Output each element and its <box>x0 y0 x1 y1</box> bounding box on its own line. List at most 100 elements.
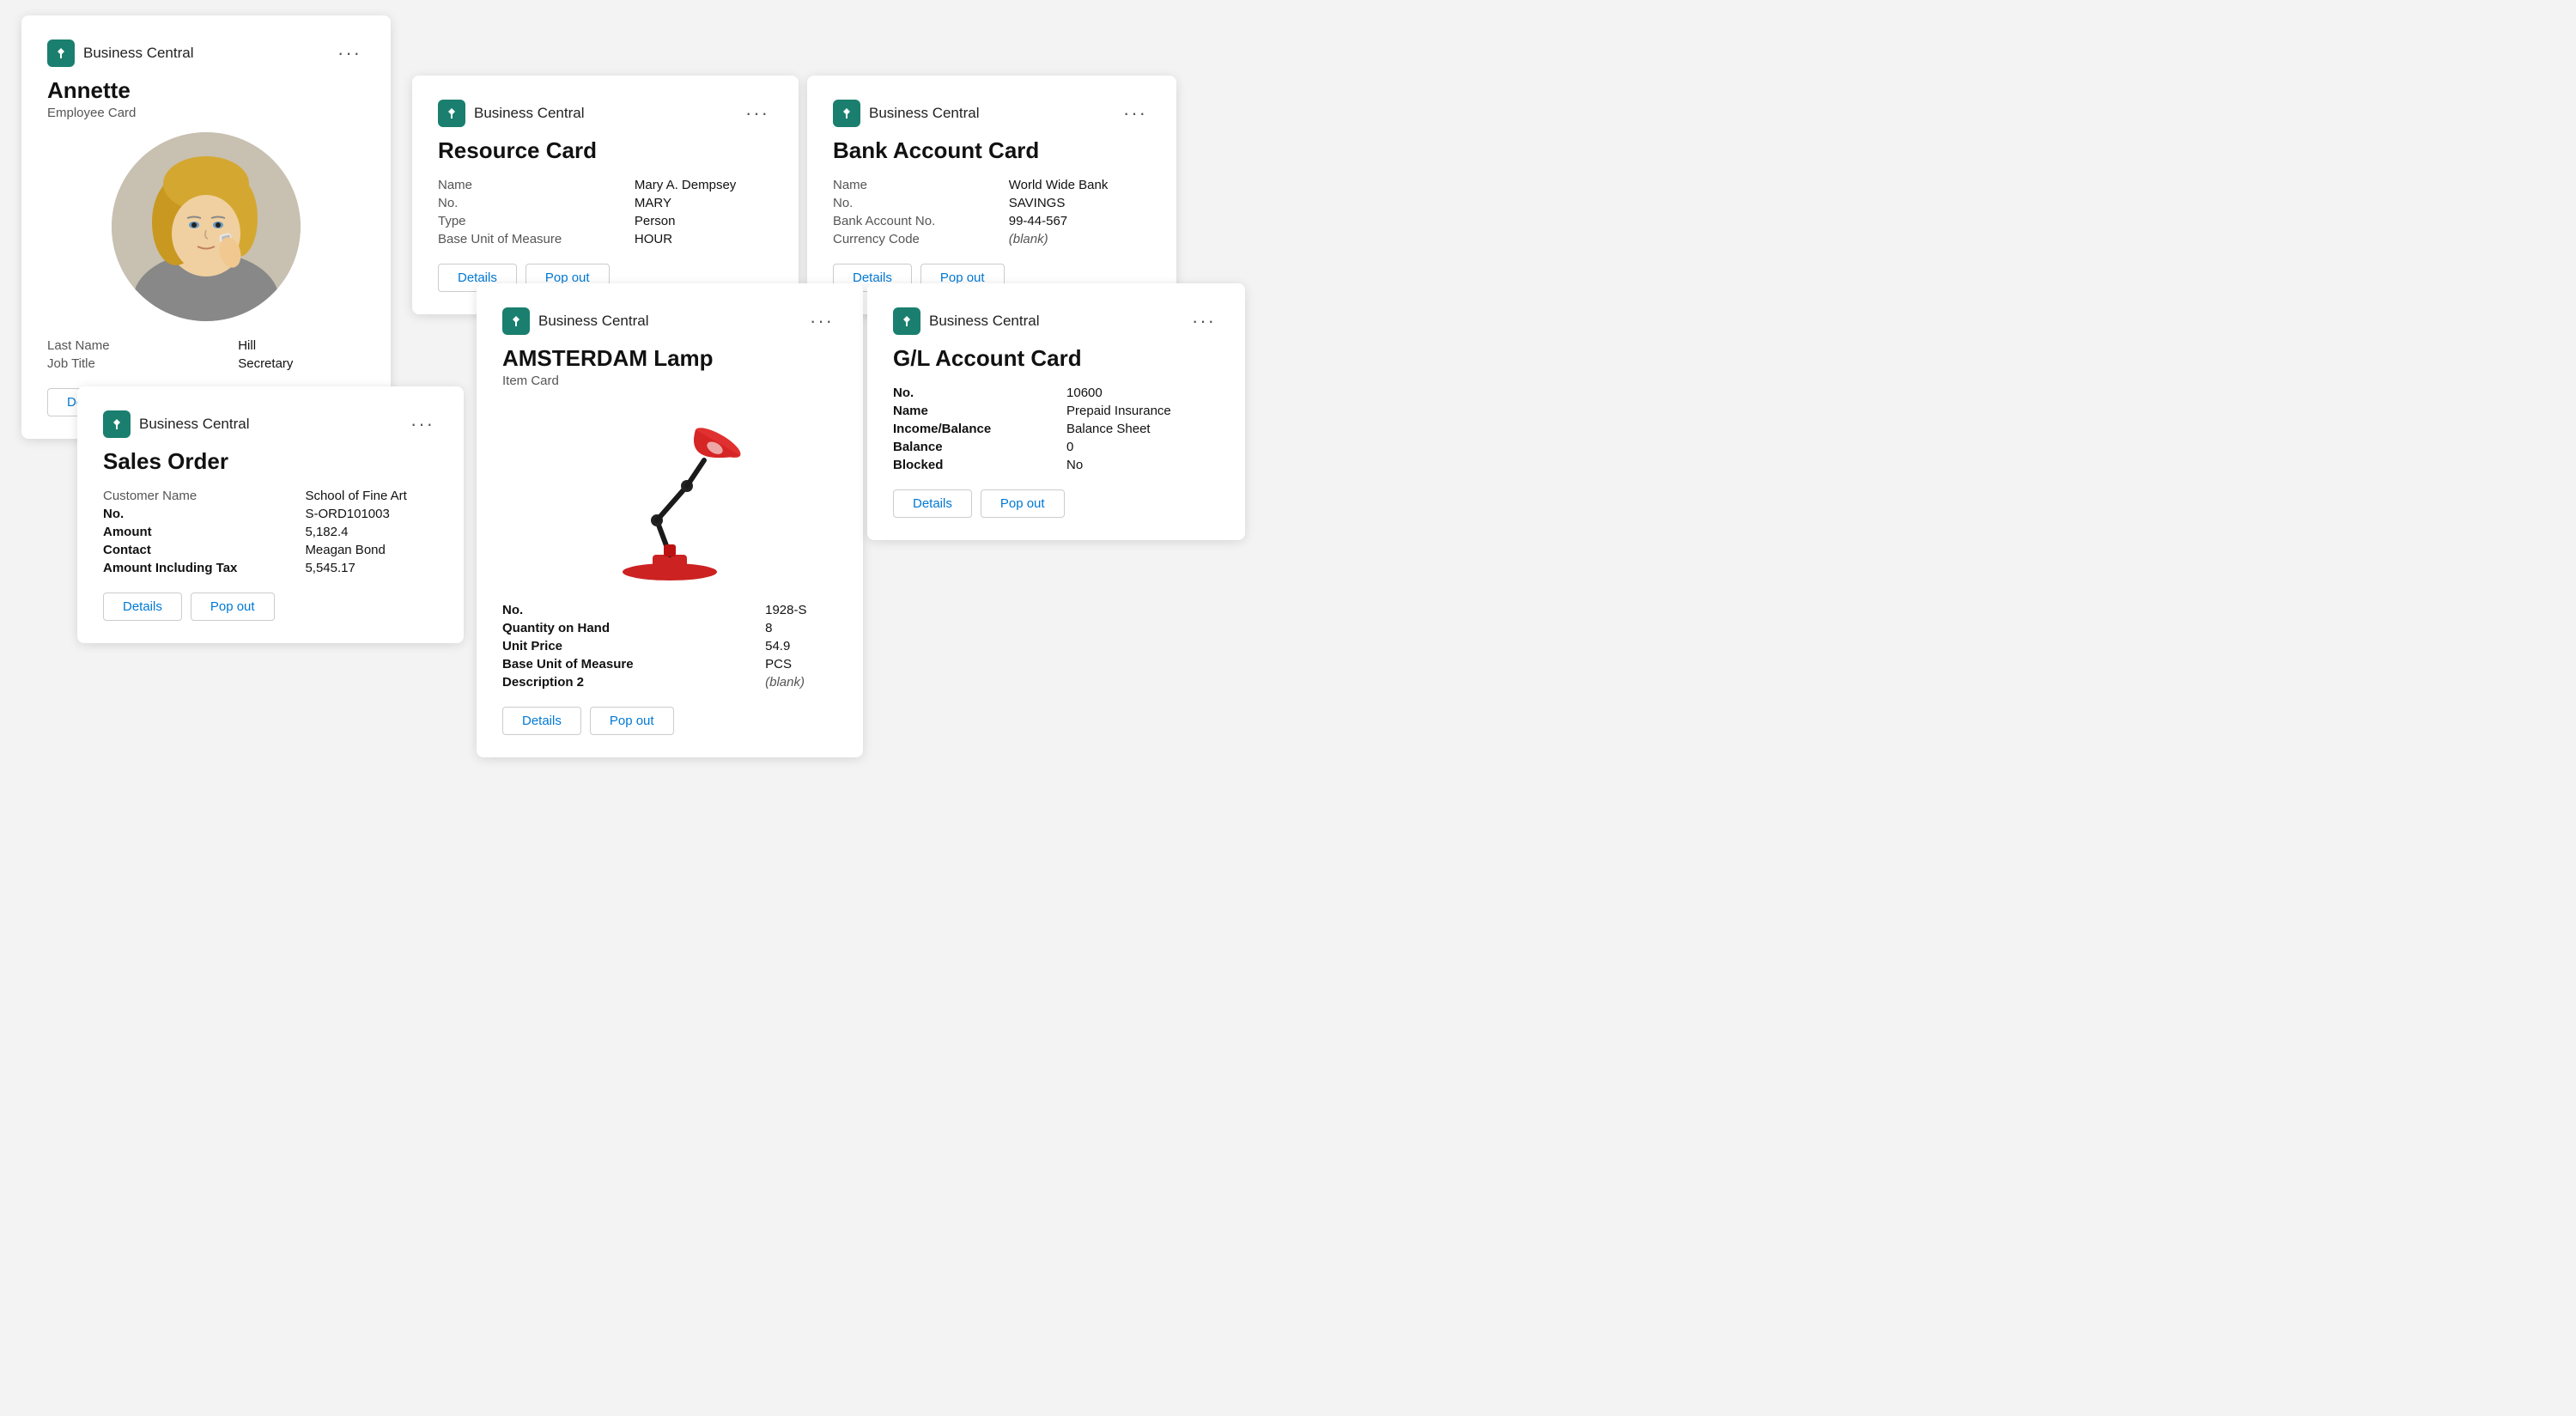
field-label: No. <box>502 601 765 619</box>
employee-avatar <box>112 132 301 321</box>
employee-avatar-container <box>47 132 365 321</box>
table-row: No. 1928-S <box>502 601 837 619</box>
field-label: Description 2 <box>502 673 765 691</box>
sales-card-title: Sales Order <box>103 448 438 475</box>
field-value: MARY <box>635 194 773 212</box>
employee-card-header: Business Central ··· <box>47 40 365 67</box>
bank-card-header: Business Central ··· <box>833 100 1151 127</box>
field-label: Blocked <box>893 456 1066 474</box>
resource-more-button[interactable]: ··· <box>742 104 773 123</box>
gl-card-header: Business Central ··· <box>893 307 1219 335</box>
item-fields: No. 1928-S Quantity on Hand 8 Unit Price… <box>502 601 837 691</box>
field-label: Name <box>893 402 1066 420</box>
resource-card-header: Business Central ··· <box>438 100 773 127</box>
table-row: Type Person <box>438 212 773 230</box>
field-value: World Wide Bank <box>1009 176 1151 194</box>
sales-popout-button[interactable]: Pop out <box>191 593 275 621</box>
table-row: Balance 0 <box>893 438 1219 456</box>
table-row: Last Name Hill <box>47 337 365 355</box>
field-label: Contact <box>103 541 305 559</box>
bc-icon-item <box>502 307 530 335</box>
item-card-header: Business Central ··· <box>502 307 837 335</box>
field-label: Amount <box>103 523 305 541</box>
field-value: Hill <box>238 337 365 355</box>
sales-card-actions: Details Pop out <box>103 593 438 621</box>
item-header-left: Business Central <box>502 307 649 335</box>
field-value: Meagan Bond <box>305 541 438 559</box>
field-label: Unit Price <box>502 637 765 655</box>
field-value: 5,545.17 <box>305 559 438 577</box>
field-value: Secretary <box>238 355 365 373</box>
gl-more-button[interactable]: ··· <box>1188 312 1219 331</box>
table-row: No. S-ORD101003 <box>103 505 438 523</box>
field-value: S-ORD101003 <box>305 505 438 523</box>
table-row: Name World Wide Bank <box>833 176 1151 194</box>
field-value: Person <box>635 212 773 230</box>
field-label: No. <box>833 194 1009 212</box>
field-label: Amount Including Tax <box>103 559 305 577</box>
employee-more-button[interactable]: ··· <box>334 44 365 63</box>
employee-app-name: Business Central <box>83 45 194 62</box>
table-row: Quantity on Hand 8 <box>502 619 837 637</box>
field-value: 8 <box>765 619 837 637</box>
bank-more-button[interactable]: ··· <box>1120 104 1151 123</box>
field-label: Base Unit of Measure <box>438 230 635 248</box>
field-value: PCS <box>765 655 837 673</box>
resource-fields: Name Mary A. Dempsey No. MARY Type Perso… <box>438 176 773 248</box>
bank-fields: Name World Wide Bank No. SAVINGS Bank Ac… <box>833 176 1151 248</box>
employee-card-title: Annette <box>47 77 365 104</box>
gl-card-title: G/L Account Card <box>893 345 1219 372</box>
field-value: 10600 <box>1066 384 1219 402</box>
item-lamp-image <box>575 400 764 589</box>
bank-app-name: Business Central <box>869 105 980 122</box>
table-row: No. MARY <box>438 194 773 212</box>
table-row: Currency Code (blank) <box>833 230 1151 248</box>
employee-fields: Last Name Hill Job Title Secretary <box>47 337 365 373</box>
item-app-name: Business Central <box>538 313 649 330</box>
table-row: Name Prepaid Insurance <box>893 402 1219 420</box>
field-label: Customer Name <box>103 487 305 505</box>
bank-card: Business Central ··· Bank Account Card N… <box>807 76 1176 314</box>
resource-card: Business Central ··· Resource Card Name … <box>412 76 799 314</box>
sales-more-button[interactable]: ··· <box>407 415 438 434</box>
field-value: HOUR <box>635 230 773 248</box>
field-value: School of Fine Art <box>305 487 438 505</box>
table-row: Amount 5,182.4 <box>103 523 438 541</box>
sales-details-button[interactable]: Details <box>103 593 182 621</box>
gl-app-name: Business Central <box>929 313 1040 330</box>
sales-card-header: Business Central ··· <box>103 410 438 438</box>
field-value: (blank) <box>1009 230 1151 248</box>
field-label: Job Title <box>47 355 238 373</box>
table-row: No. 10600 <box>893 384 1219 402</box>
employee-photo-svg <box>112 132 301 321</box>
field-label: No. <box>438 194 635 212</box>
resource-header-left: Business Central <box>438 100 585 127</box>
field-label: Name <box>438 176 635 194</box>
gl-popout-button[interactable]: Pop out <box>981 489 1065 518</box>
sales-header-left: Business Central <box>103 410 250 438</box>
item-popout-button[interactable]: Pop out <box>590 707 674 735</box>
table-row: Contact Meagan Bond <box>103 541 438 559</box>
field-label: No. <box>893 384 1066 402</box>
sales-fields: Customer Name School of Fine Art No. S-O… <box>103 487 438 577</box>
table-row: Income/Balance Balance Sheet <box>893 420 1219 438</box>
item-card-title: AMSTERDAM Lamp <box>502 345 837 372</box>
field-value: Prepaid Insurance <box>1066 402 1219 420</box>
gl-details-button[interactable]: Details <box>893 489 972 518</box>
field-value: 54.9 <box>765 637 837 655</box>
gl-card-actions: Details Pop out <box>893 489 1219 518</box>
gl-card: Business Central ··· G/L Account Card No… <box>867 283 1245 540</box>
field-label: Balance <box>893 438 1066 456</box>
bc-icon-gl <box>893 307 920 335</box>
field-value: 0 <box>1066 438 1219 456</box>
field-label: Quantity on Hand <box>502 619 765 637</box>
employee-card: Business Central ··· Annette Employee Ca… <box>21 15 391 439</box>
field-value: No <box>1066 456 1219 474</box>
bc-icon-employee <box>47 40 75 67</box>
field-value: 5,182.4 <box>305 523 438 541</box>
item-card-subtitle: Item Card <box>502 374 837 388</box>
item-more-button[interactable]: ··· <box>806 312 837 331</box>
item-details-button[interactable]: Details <box>502 707 581 735</box>
field-value: SAVINGS <box>1009 194 1151 212</box>
field-label: Type <box>438 212 635 230</box>
